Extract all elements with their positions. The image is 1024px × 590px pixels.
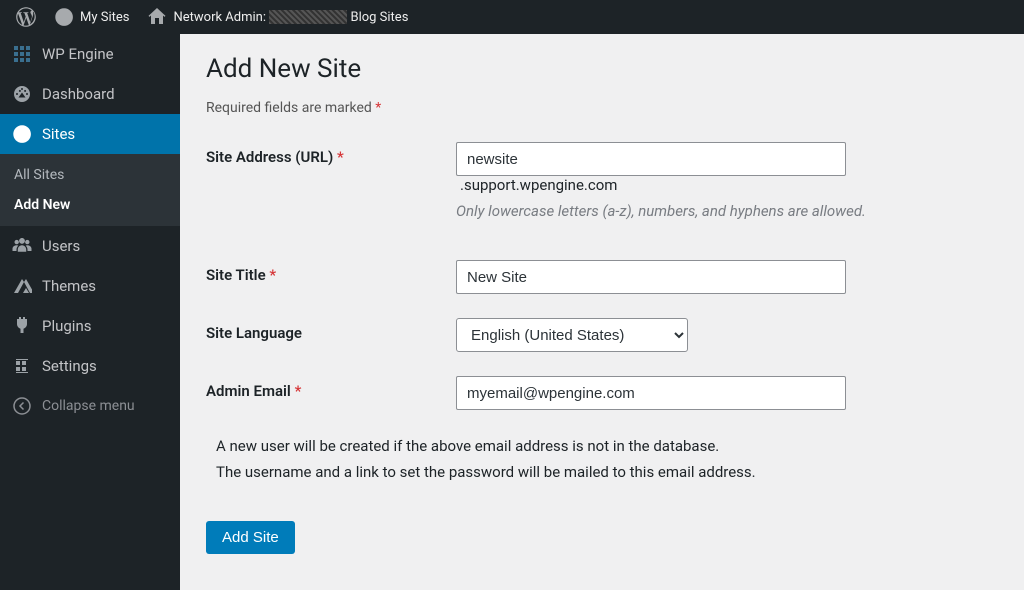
- sidebar-item-label: Settings: [42, 357, 97, 375]
- my-sites-label: My Sites: [80, 10, 129, 25]
- body-container: WP Engine Dashboard Sites All Sites Add …: [0, 34, 1024, 590]
- row-admin-email: Admin Email *: [206, 376, 998, 410]
- req-asterisk: *: [375, 100, 381, 116]
- settings-icon: [12, 356, 32, 376]
- multisite-icon: [54, 7, 74, 27]
- row-site-title: Site Title *: [206, 260, 998, 294]
- label-site-language: Site Language: [206, 318, 456, 342]
- collapse-label: Collapse menu: [42, 398, 135, 414]
- admin-bar: My Sites Network Admin: Blog Sites: [0, 0, 1024, 34]
- network-admin-label: Network Admin: Blog Sites: [173, 10, 408, 25]
- site-address-input[interactable]: [456, 142, 846, 176]
- sidebar-item-label: Themes: [42, 277, 96, 295]
- label-site-title: Site Title *: [206, 260, 456, 284]
- plugins-icon: [12, 316, 32, 336]
- wp-logo[interactable]: [8, 0, 44, 34]
- sidebar-item-settings[interactable]: Settings: [0, 346, 180, 386]
- sidebar-item-label: Dashboard: [42, 85, 115, 103]
- collapse-menu[interactable]: Collapse menu: [0, 386, 180, 426]
- collapse-icon: [12, 396, 32, 416]
- admin-sidebar: WP Engine Dashboard Sites All Sites Add …: [0, 34, 180, 590]
- required-note: Required fields are marked *: [206, 100, 998, 116]
- label-admin-email: Admin Email *: [206, 376, 456, 400]
- sidebar-item-label: WP Engine: [42, 45, 114, 63]
- page-title: Add New Site: [206, 54, 998, 84]
- site-address-suffix: .support.wpengine.com: [460, 176, 617, 194]
- sidebar-item-label: Users: [42, 237, 80, 255]
- admin-email-input[interactable]: [456, 376, 846, 410]
- sidebar-subitem-add-new[interactable]: Add New: [0, 190, 180, 220]
- sidebar-item-dashboard[interactable]: Dashboard: [0, 74, 180, 114]
- row-site-language: Site Language English (United States): [206, 318, 998, 352]
- obscured-site-name: [269, 10, 347, 24]
- network-admin-link[interactable]: Network Admin: Blog Sites: [139, 0, 416, 34]
- wordpress-icon: [16, 7, 36, 27]
- email-note-line2: The username and a link to set the passw…: [216, 460, 998, 486]
- site-address-desc: Only lowercase letters (a-z), numbers, a…: [456, 202, 998, 220]
- sidebar-item-themes[interactable]: Themes: [0, 266, 180, 306]
- wpengine-icon: [12, 44, 32, 64]
- users-icon: [12, 236, 32, 256]
- home-icon: [147, 7, 167, 27]
- sidebar-subitem-all-sites[interactable]: All Sites: [0, 160, 180, 190]
- sidebar-item-plugins[interactable]: Plugins: [0, 306, 180, 346]
- email-note-line1: A new user will be created if the above …: [216, 434, 998, 460]
- main-content: Add New Site Required fields are marked …: [180, 34, 1024, 590]
- sidebar-item-users[interactable]: Users: [0, 226, 180, 266]
- label-site-address: Site Address (URL) *: [206, 142, 456, 166]
- email-note: A new user will be created if the above …: [206, 434, 998, 485]
- dashboard-icon: [12, 84, 32, 104]
- sidebar-item-wpengine[interactable]: WP Engine: [0, 34, 180, 74]
- sidebar-item-label: Sites: [42, 125, 75, 143]
- sidebar-item-sites[interactable]: Sites: [0, 114, 180, 154]
- add-site-button[interactable]: Add Site: [206, 521, 295, 554]
- my-sites-link[interactable]: My Sites: [46, 0, 137, 34]
- row-site-address: Site Address (URL) * .support.wpengine.c…: [206, 142, 998, 220]
- themes-icon: [12, 276, 32, 296]
- site-language-select[interactable]: English (United States): [456, 318, 688, 352]
- sidebar-item-label: Plugins: [42, 317, 91, 335]
- sidebar-submenu-sites: All Sites Add New: [0, 154, 180, 226]
- multisite-icon: [12, 124, 32, 144]
- site-title-input[interactable]: [456, 260, 846, 294]
